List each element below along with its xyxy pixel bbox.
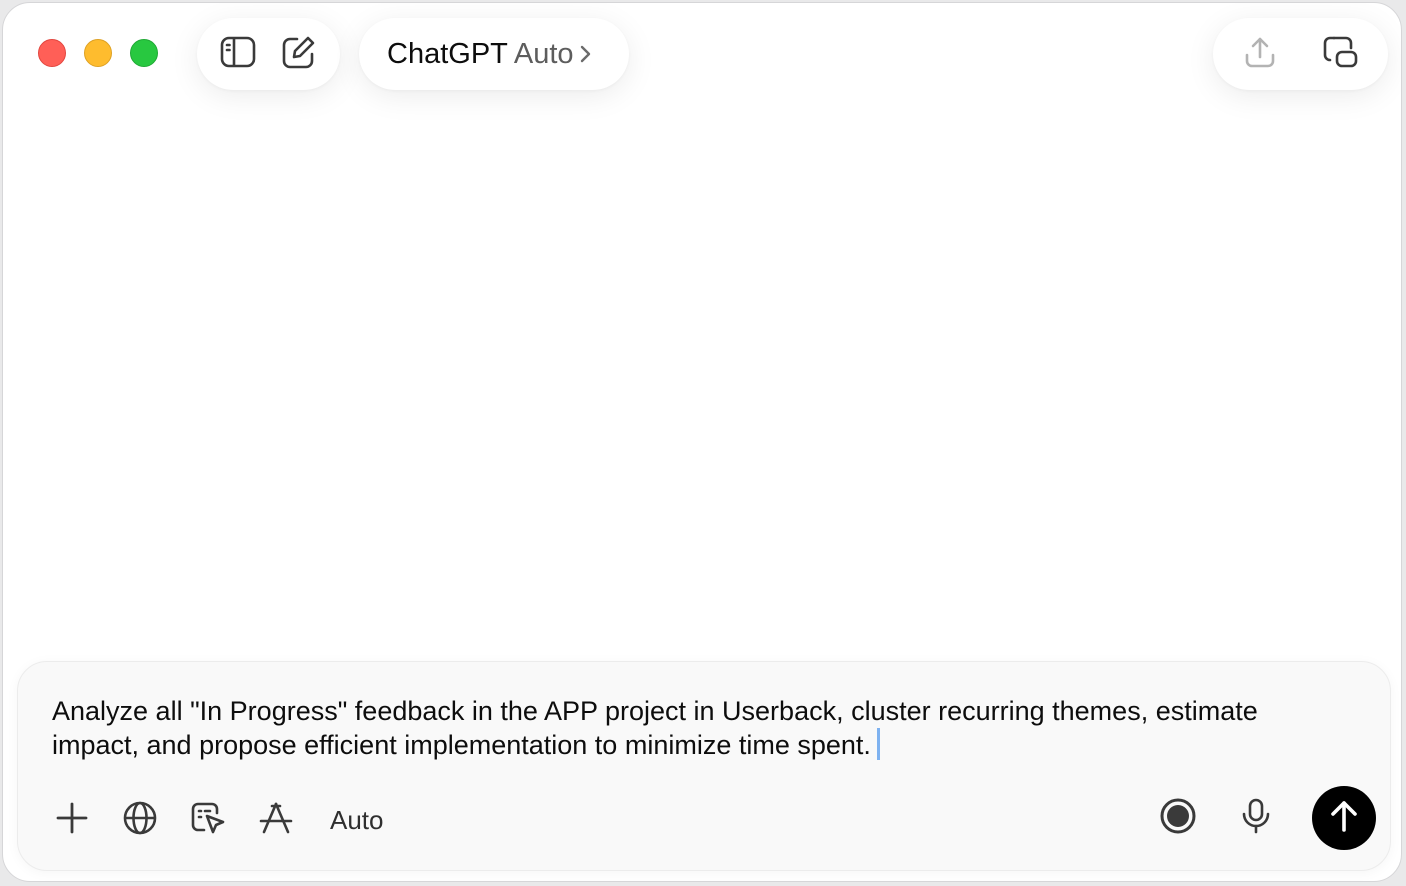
- agent-cursor-icon: [190, 801, 226, 840]
- share-icon: [1243, 35, 1277, 74]
- web-search-button[interactable]: [118, 798, 162, 842]
- new-chat-icon: [281, 35, 317, 74]
- share-button[interactable]: [1238, 32, 1282, 76]
- text-caret: [876, 728, 880, 760]
- send-arrow-icon: [1328, 799, 1360, 838]
- model-selector[interactable]: ChatGPT Auto: [359, 18, 629, 90]
- send-button[interactable]: [1312, 786, 1376, 850]
- message-composer[interactable]: Analyze all "In Progress" feedback in th…: [17, 661, 1391, 871]
- mode-label[interactable]: Auto: [330, 805, 384, 836]
- minimize-window-button[interactable]: [84, 39, 112, 67]
- window-controls: [38, 39, 158, 67]
- toolbar-right-group: [1213, 18, 1388, 90]
- attach-button[interactable]: [50, 798, 94, 842]
- model-name: Auto: [513, 37, 574, 70]
- toolbar-left-group: [197, 18, 340, 90]
- dictation-button[interactable]: [1234, 796, 1278, 840]
- agent-mode-button[interactable]: [186, 798, 230, 842]
- composer-right-tools: [1156, 786, 1376, 850]
- new-chat-button[interactable]: [277, 32, 321, 76]
- microphone-icon: [1241, 798, 1271, 839]
- voice-mode-button[interactable]: [1156, 796, 1200, 840]
- sidebar-toggle-icon: [220, 36, 256, 73]
- globe-icon: [122, 800, 158, 841]
- zoom-window-button[interactable]: [130, 39, 158, 67]
- app-window: ChatGPT Auto Analyze all "In Progress" f…: [2, 2, 1402, 882]
- plus-icon: [55, 801, 89, 840]
- close-window-button[interactable]: [38, 39, 66, 67]
- composer-left-tools: Auto: [50, 798, 384, 842]
- popout-window-button[interactable]: [1319, 32, 1363, 76]
- prompt-input[interactable]: Analyze all "In Progress" feedback in th…: [52, 694, 1282, 762]
- sidebar-toggle-button[interactable]: [216, 32, 260, 76]
- popout-window-icon: [1322, 34, 1360, 75]
- voice-mode-icon: [1159, 797, 1197, 840]
- tools-button[interactable]: [254, 798, 298, 842]
- tools-icon: [258, 801, 294, 840]
- prompt-text: Analyze all "In Progress" feedback in th…: [52, 696, 1258, 760]
- app-title: ChatGPT: [387, 37, 508, 70]
- chevron-right-icon: [580, 44, 592, 64]
